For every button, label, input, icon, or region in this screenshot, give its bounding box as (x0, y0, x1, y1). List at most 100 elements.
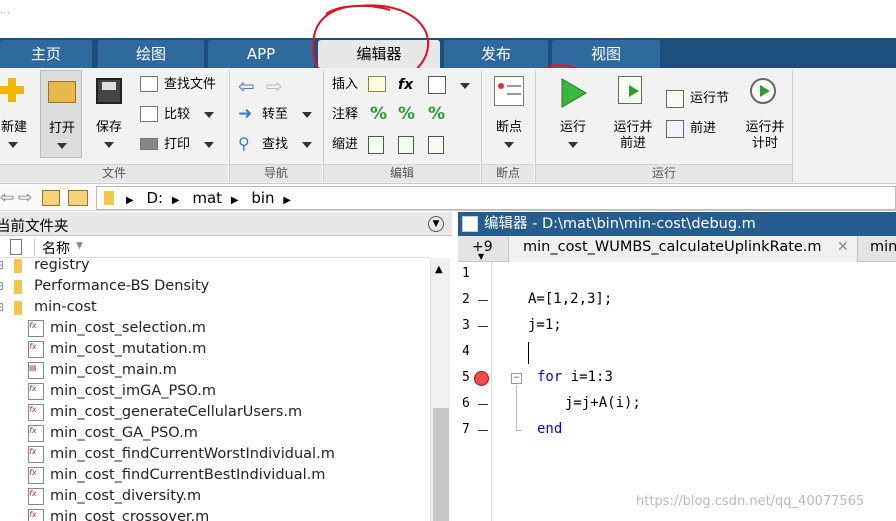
executable-line-marker (478, 326, 488, 327)
breadcrumb-item-mat[interactable]: mat (192, 189, 222, 207)
list-item-label: Performance-BS Density (34, 278, 210, 294)
sort-arrow-icon: ▼ (76, 241, 83, 251)
indent-button[interactable]: 缩进 (330, 134, 390, 156)
folder-icon (48, 81, 76, 103)
run-section-button[interactable]: 运行节 (664, 88, 740, 110)
run-section-icon (666, 90, 684, 108)
uncomment-icon[interactable]: % (398, 104, 415, 124)
scroll-up-icon[interactable]: ▲ (435, 264, 443, 275)
breadcrumb-item-drive[interactable]: D: (146, 189, 163, 207)
find-files-icon (140, 76, 158, 92)
editor-title: 编辑器 - D:\mat\bin\min-cost\debug.m (484, 216, 756, 232)
fold-toggle-icon[interactable]: − (511, 373, 522, 384)
find-button[interactable]: ⚲ 查找 (236, 134, 320, 156)
compare-label: 比较 (164, 107, 191, 122)
panel-menu-icon[interactable]: ▼ (428, 216, 444, 232)
list-item[interactable]: fx min_cost_imGA_PSO.m (0, 381, 430, 402)
name-column-header[interactable]: 名称 (42, 238, 70, 258)
fx-button[interactable]: fx (398, 74, 420, 96)
browse-folder-icon[interactable] (68, 190, 88, 206)
find-label: 查找 (262, 137, 289, 152)
executable-line-marker (478, 300, 488, 301)
line-number: 1 (462, 266, 470, 281)
tab-label: APP (246, 45, 276, 63)
breakpoints-button[interactable]: 断点 (486, 72, 532, 160)
function-file-icon: fx (28, 341, 44, 358)
run-advance-icon (618, 76, 642, 104)
scroll-thumb[interactable] (433, 408, 449, 521)
expand-icon[interactable]: ⊞ (0, 276, 4, 297)
chevron-down-icon[interactable] (460, 83, 470, 89)
list-item[interactable]: fx min_cost_selection.m (0, 318, 430, 339)
goto-button[interactable]: ➜ 转至 (236, 104, 320, 126)
advance-label: 前进 (690, 121, 717, 136)
group-title-file: 文件 (0, 164, 228, 182)
back-arrow-icon[interactable]: ⇦ (0, 188, 14, 208)
run-label: 运行 (559, 120, 586, 135)
list-item[interactable]: fx min_cost_crossover.m (0, 507, 430, 521)
executable-line-marker (478, 404, 488, 405)
code-line: A=[1,2,3]; (528, 291, 612, 307)
find-files-button[interactable]: 查找文件 (138, 74, 228, 96)
list-item[interactable]: fx min_cost_GA_PSO.m (0, 423, 430, 444)
editor-tab[interactable]: min_cost_WUMBS_calculateUplinkRate.m ✕ (508, 236, 858, 262)
advance-button[interactable]: 前进 (664, 118, 740, 140)
breadcrumb-item-bin[interactable]: bin (251, 189, 274, 207)
editor-tab-next[interactable]: min (870, 239, 896, 255)
code-line: end (537, 421, 562, 437)
expand-icon[interactable]: ⊞ (0, 258, 4, 276)
list-item-label: min_cost_imGA_PSO.m (50, 383, 216, 399)
save-button[interactable]: 保存 (88, 74, 130, 158)
list-item[interactable]: fx min_cost_generateCellularUsers.m (0, 402, 430, 423)
breakpoint-icon[interactable] (474, 371, 489, 386)
tab-home[interactable]: 主页 (0, 40, 92, 68)
wrap-comment-icon[interactable]: % (428, 104, 445, 124)
tab-apps[interactable]: APP (208, 40, 314, 68)
line-number: 6 (462, 396, 470, 411)
up-folder-icon[interactable] (42, 190, 60, 206)
watermark: https://blog.csdn.net/qq_40077565 (636, 494, 865, 509)
list-item[interactable]: ⊞ Performance-BS Density (0, 276, 430, 297)
print-button[interactable]: 打印 (138, 134, 228, 156)
back-arrow-icon[interactable]: ⇦ (238, 76, 255, 96)
folder-icon (14, 280, 22, 294)
run-time-button[interactable]: 运行并 计时 (740, 74, 790, 158)
list-item[interactable]: fx min_cost_mutation.m (0, 339, 430, 360)
list-item[interactable]: fx min_cost_findCurrentBestIndividual.m (0, 465, 430, 486)
close-icon[interactable]: ✕ (837, 239, 849, 255)
open-button[interactable]: 打开 (40, 70, 82, 158)
expand-icon[interactable]: ⊞ (0, 297, 4, 318)
list-item[interactable]: fx min_cost_findCurrentWorstIndividual.m (0, 444, 430, 465)
insert-button[interactable]: 插入 (330, 74, 390, 96)
function-insert-icon[interactable] (428, 76, 446, 94)
code-line: j=1; (528, 317, 562, 333)
code-line: j=j+A(i); (565, 395, 641, 411)
indent-icon (368, 136, 384, 154)
list-item[interactable]: fx min_cost_diversity.m (0, 486, 430, 507)
list-item[interactable]: ⊞ min-cost (0, 297, 430, 318)
run-advance-button[interactable]: 运行并 前进 (608, 74, 658, 158)
tab-plots[interactable]: 绘图 (98, 40, 204, 68)
run-button[interactable]: 运行 (546, 72, 600, 160)
compare-icon (140, 106, 158, 122)
indent-label: 缩进 (332, 137, 359, 152)
divider (792, 70, 793, 182)
list-item[interactable]: ▤ min_cost_main.m (0, 360, 430, 381)
increase-indent-icon[interactable] (398, 136, 414, 154)
code-editor[interactable] (458, 262, 896, 521)
new-button[interactable]: 新建 (0, 74, 32, 154)
list-item[interactable]: ⊞ registry (0, 258, 430, 276)
chevron-down-icon (204, 112, 214, 118)
comment-button[interactable]: 注释 % (330, 104, 390, 126)
decrease-indent-icon[interactable] (428, 136, 444, 154)
insert-label: 插入 (332, 77, 359, 92)
list-item-label: min_cost_GA_PSO.m (50, 425, 198, 441)
scrollbar[interactable]: ▲ (430, 258, 450, 521)
list-item-label: min_cost_findCurrentWorstIndividual.m (50, 446, 335, 462)
group-title-navigate: 导航 (230, 164, 322, 182)
forward-arrow-icon[interactable]: ⇨ (266, 76, 283, 96)
forward-arrow-icon[interactable]: ⇨ (18, 188, 32, 208)
chevron-down-icon (302, 112, 312, 118)
compare-button[interactable]: 比较 (138, 104, 228, 126)
function-file-icon: fx (28, 425, 44, 442)
